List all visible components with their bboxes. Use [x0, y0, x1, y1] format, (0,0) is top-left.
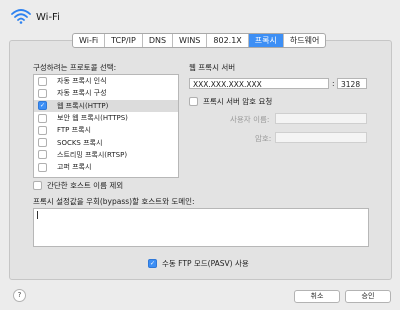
- protocol-row-http[interactable]: ✓ 웹 프록시(HTTP): [34, 99, 178, 112]
- passive-ftp-checkbox[interactable]: ✓: [148, 259, 157, 268]
- bypass-hosts-textarea[interactable]: [33, 208, 369, 247]
- auto-config-checkbox[interactable]: [38, 88, 47, 98]
- protocol-row-socks[interactable]: SOCKS 프록시: [34, 136, 178, 148]
- tab-wifi[interactable]: Wi-Fi: [73, 34, 106, 47]
- username-label: 사용자 이름:: [230, 115, 270, 124]
- passive-ftp-option[interactable]: ✓ 수동 FTP 모드(PASV) 사용: [148, 258, 249, 269]
- protocol-label: 웹 프록시(HTTP): [57, 101, 109, 110]
- window-title: Wi-Fi: [36, 12, 60, 23]
- protocol-row-rtsp[interactable]: 스트리밍 프록시(RTSP): [34, 149, 178, 161]
- tab-proxies[interactable]: 프록시: [248, 34, 284, 47]
- password-label: 암호:: [255, 134, 272, 143]
- tab-hardware[interactable]: 하드웨어: [284, 34, 325, 47]
- text-caret: [37, 211, 38, 219]
- protocol-label: 스트리밍 프록시(RTSP): [57, 150, 128, 159]
- bypass-heading: 프록시 설정값을 우회(bypass)할 호스트와 도메인:: [33, 197, 195, 206]
- protocol-label: FTP 프록시: [57, 126, 91, 135]
- rtsp-checkbox[interactable]: [38, 150, 47, 160]
- ok-button[interactable]: 승인: [345, 290, 391, 303]
- tab-wins[interactable]: WINS: [173, 34, 208, 47]
- protocol-list-heading: 구성하려는 프로토콜 선택:: [33, 63, 117, 72]
- protocol-row-gopher[interactable]: 고퍼 프록시: [34, 161, 178, 173]
- exclude-simple-hosts-label: 간단한 호스트 이름 제외: [47, 181, 124, 190]
- port-separator: :: [332, 79, 335, 88]
- require-password-checkbox[interactable]: [189, 97, 198, 106]
- require-password-option[interactable]: 프록시 서버 암호 요청: [189, 96, 272, 107]
- ftp-checkbox[interactable]: [38, 125, 47, 135]
- passive-ftp-label: 수동 FTP 모드(PASV) 사용: [162, 259, 249, 268]
- proxy-port-field[interactable]: 3128: [337, 78, 367, 89]
- tab-8021x[interactable]: 802.1X: [207, 34, 249, 47]
- exclude-simple-hosts-checkbox[interactable]: [33, 181, 42, 190]
- https-checkbox[interactable]: [38, 113, 47, 123]
- protocol-label: 자동 프록시 구성: [57, 89, 107, 98]
- protocol-label: 자동 프록시 인식: [57, 77, 107, 86]
- wifi-icon: [11, 9, 31, 24]
- cancel-button[interactable]: 취소: [294, 290, 340, 303]
- password-field[interactable]: [275, 132, 367, 143]
- auto-discovery-checkbox[interactable]: [38, 76, 47, 86]
- proxy-server-heading: 웹 프록시 서버: [189, 63, 236, 72]
- socks-checkbox[interactable]: [38, 138, 47, 148]
- username-field[interactable]: [275, 113, 367, 124]
- protocol-row-auto-config[interactable]: 자동 프록시 구성: [34, 87, 178, 99]
- tab-tcpip[interactable]: TCP/IP: [105, 34, 143, 47]
- tab-dns[interactable]: DNS: [143, 34, 174, 47]
- require-password-label: 프록시 서버 암호 요청: [203, 97, 273, 106]
- protocol-list: 자동 프록시 인식 자동 프록시 구성 ✓ 웹 프록시(HTTP) 보안 웹 프…: [33, 74, 179, 178]
- proxy-host-field[interactable]: XXX.XXX.XXX.XXX: [189, 78, 329, 89]
- http-checkbox[interactable]: ✓: [38, 101, 47, 111]
- protocol-label: SOCKS 프록시: [57, 138, 103, 147]
- exclude-simple-hosts-option[interactable]: 간단한 호스트 이름 제외: [33, 180, 123, 191]
- protocol-row-https[interactable]: 보안 웹 프록시(HTTPS): [34, 112, 178, 124]
- protocol-row-ftp[interactable]: FTP 프록시: [34, 124, 178, 136]
- protocol-row-auto-discovery[interactable]: 자동 프록시 인식: [34, 75, 178, 87]
- protocol-label: 보안 웹 프록시(HTTPS): [57, 114, 128, 123]
- tab-bar: Wi-Fi TCP/IP DNS WINS 802.1X 프록시 하드웨어: [72, 33, 327, 48]
- gopher-checkbox[interactable]: [38, 162, 47, 172]
- help-button[interactable]: ?: [13, 289, 26, 302]
- protocol-label: 고퍼 프록시: [57, 163, 92, 172]
